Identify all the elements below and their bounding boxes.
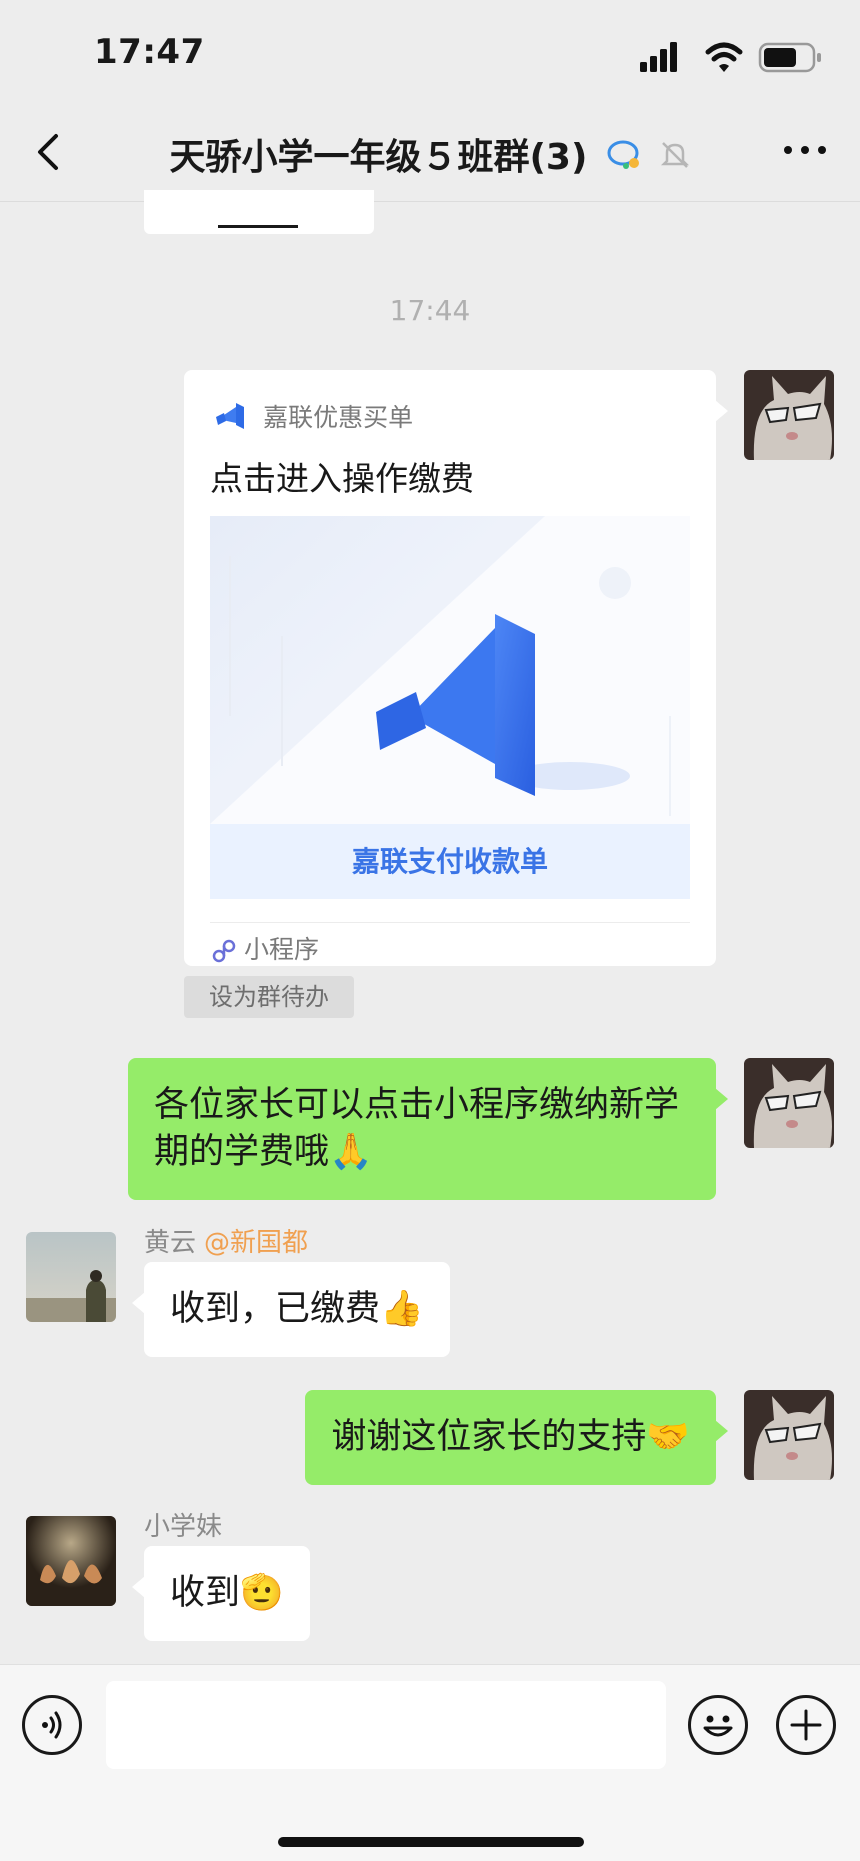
self-avatar[interactable] xyxy=(744,370,834,460)
voice-button[interactable] xyxy=(22,1695,82,1755)
user-avatar[interactable] xyxy=(26,1232,116,1322)
more-button[interactable] xyxy=(780,140,830,160)
voice-icon xyxy=(42,1711,62,1739)
cat-avatar-image xyxy=(744,1390,834,1480)
tab-indicator xyxy=(218,225,298,228)
mini-program-cover-image xyxy=(210,516,690,824)
chat-title: 天骄小学一年级５班群(3) xyxy=(169,137,588,178)
group-chat-icon xyxy=(607,140,639,169)
message-bubble-other[interactable]: 收到🫡 xyxy=(132,1546,310,1641)
mini-program-banner: 嘉联支付收款单 xyxy=(210,824,690,899)
more-functions-button[interactable] xyxy=(776,1695,836,1755)
more-icon xyxy=(784,146,826,154)
wifi-icon xyxy=(705,42,743,72)
message-timestamp: 17:44 xyxy=(389,294,471,327)
mute-bell-icon xyxy=(660,141,689,168)
jialian-logo-icon xyxy=(216,403,244,429)
status-icons xyxy=(636,38,836,74)
message-bubble-other[interactable]: 收到，已缴费👍 xyxy=(132,1262,450,1357)
mini-program-source: 嘉联优惠买单 xyxy=(263,403,414,432)
home-indicator xyxy=(278,1837,584,1847)
cat-avatar-image xyxy=(744,1058,834,1148)
signal-icon xyxy=(640,42,677,72)
status-time: 17:47 xyxy=(94,32,205,72)
battery-icon xyxy=(758,42,821,73)
mini-program-title: 点击进入操作缴费 xyxy=(210,459,474,498)
set-group-todo-button[interactable]: 设为群待办 xyxy=(184,976,354,1018)
chevron-left-icon xyxy=(38,134,58,170)
mini-program-label: 小程序 xyxy=(244,935,320,964)
sender-mention: @新国都 xyxy=(204,1228,309,1258)
mini-program-icon xyxy=(212,939,236,963)
emoji-button[interactable] xyxy=(688,1695,748,1755)
leaves-avatar-image xyxy=(26,1516,116,1606)
self-avatar[interactable] xyxy=(744,1390,834,1480)
sender-name: 小学妹 xyxy=(144,1512,223,1542)
nav-bar: 天骄小学一年级５班群(3) xyxy=(0,100,860,202)
message-bubble-self[interactable]: 谢谢这位家长的支持🤝 xyxy=(305,1390,728,1485)
plus-icon xyxy=(790,1709,822,1741)
user-avatar[interactable] xyxy=(26,1516,116,1606)
landscape-avatar-image xyxy=(26,1232,116,1322)
input-bar xyxy=(0,1664,860,1861)
mini-program-card[interactable]: 嘉联优惠买单 点击进入操作缴费 嘉联支付收款单 小程序 xyxy=(184,370,728,966)
message-bubble-self[interactable]: 各位家长可以点击小程序缴纳新学期的学费哦🙏 xyxy=(128,1058,728,1200)
divider xyxy=(210,922,690,923)
back-button[interactable] xyxy=(30,130,70,174)
message-input[interactable] xyxy=(106,1681,666,1769)
emoji-icon xyxy=(703,1715,733,1737)
cat-avatar-image xyxy=(744,370,834,460)
sender-name: 黄云 xyxy=(144,1228,197,1258)
previous-message-card[interactable] xyxy=(144,190,374,234)
self-avatar[interactable] xyxy=(744,1058,834,1148)
